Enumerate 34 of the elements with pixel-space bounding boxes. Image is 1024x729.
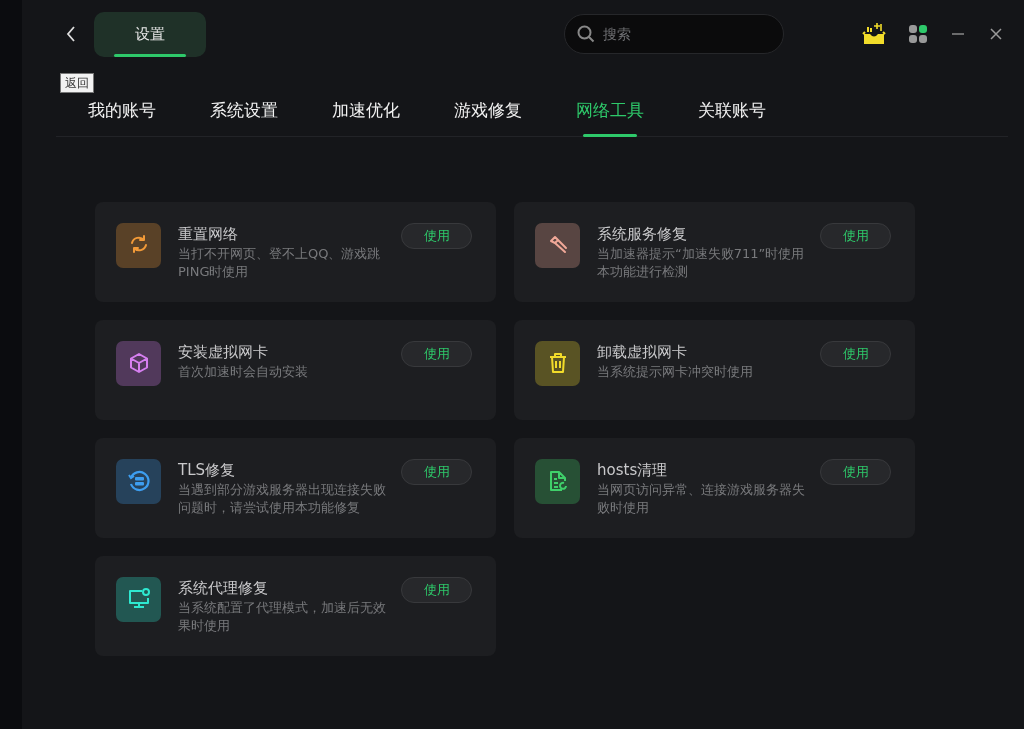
tool-title: 系统代理修复 <box>178 577 269 598</box>
use-button[interactable]: 使用 <box>401 222 472 249</box>
tool-title: TLS修复 <box>178 459 237 480</box>
tool-description: 当打不开网页、登不上QQ、游戏跳PING时使用 <box>178 244 382 281</box>
search-field[interactable]: 搜索 <box>564 14 784 54</box>
use-button[interactable]: 使用 <box>401 576 472 603</box>
apps-grid-icon[interactable] <box>908 24 928 44</box>
nav-tab[interactable]: 系统设置 <box>210 92 278 136</box>
tool-description: 当加速器提示“加速失败711”时使用本功能进行检测 <box>597 244 805 281</box>
nav-tab[interactable]: 游戏修复 <box>454 92 522 136</box>
use-button[interactable]: 使用 <box>401 458 472 485</box>
tool-description: 首次加速时会自动安装 <box>178 362 309 381</box>
tool-title: 系统服务修复 <box>597 223 688 244</box>
tool-description: 当系统配置了代理模式，加速后无效果时使用 <box>178 598 386 635</box>
tool-description: 当系统提示网卡冲突时使用 <box>597 362 754 381</box>
nav-tab[interactable]: 网络工具 <box>576 92 644 136</box>
nav-tab[interactable]: 关联账号 <box>698 92 766 136</box>
use-button[interactable]: 使用 <box>401 340 472 367</box>
back-tooltip: 返回 <box>60 73 94 93</box>
tool-description: 当遇到部分游戏服务器出现连接失败问题时，请尝试使用本功能修复 <box>178 480 386 517</box>
gift-box-icon[interactable] <box>862 23 886 45</box>
settings-tab[interactable]: 设置 <box>94 11 206 57</box>
tool-description: 当网页访问异常、连接游戏服务器失败时使用 <box>597 480 805 517</box>
use-button[interactable]: 使用 <box>820 340 891 367</box>
nav-tab[interactable]: 加速优化 <box>332 92 400 136</box>
tool-title: 重置网络 <box>178 223 239 244</box>
close-icon[interactable] <box>988 26 1004 42</box>
use-button[interactable]: 使用 <box>820 458 891 485</box>
tool-title: hosts清理 <box>597 459 669 480</box>
nav-tab[interactable]: 我的账号 <box>88 92 156 136</box>
tool-title: 安装虚拟网卡 <box>178 341 269 362</box>
back-icon[interactable] <box>66 26 76 42</box>
use-button[interactable]: 使用 <box>820 222 891 249</box>
tool-title: 卸载虚拟网卡 <box>597 341 688 362</box>
